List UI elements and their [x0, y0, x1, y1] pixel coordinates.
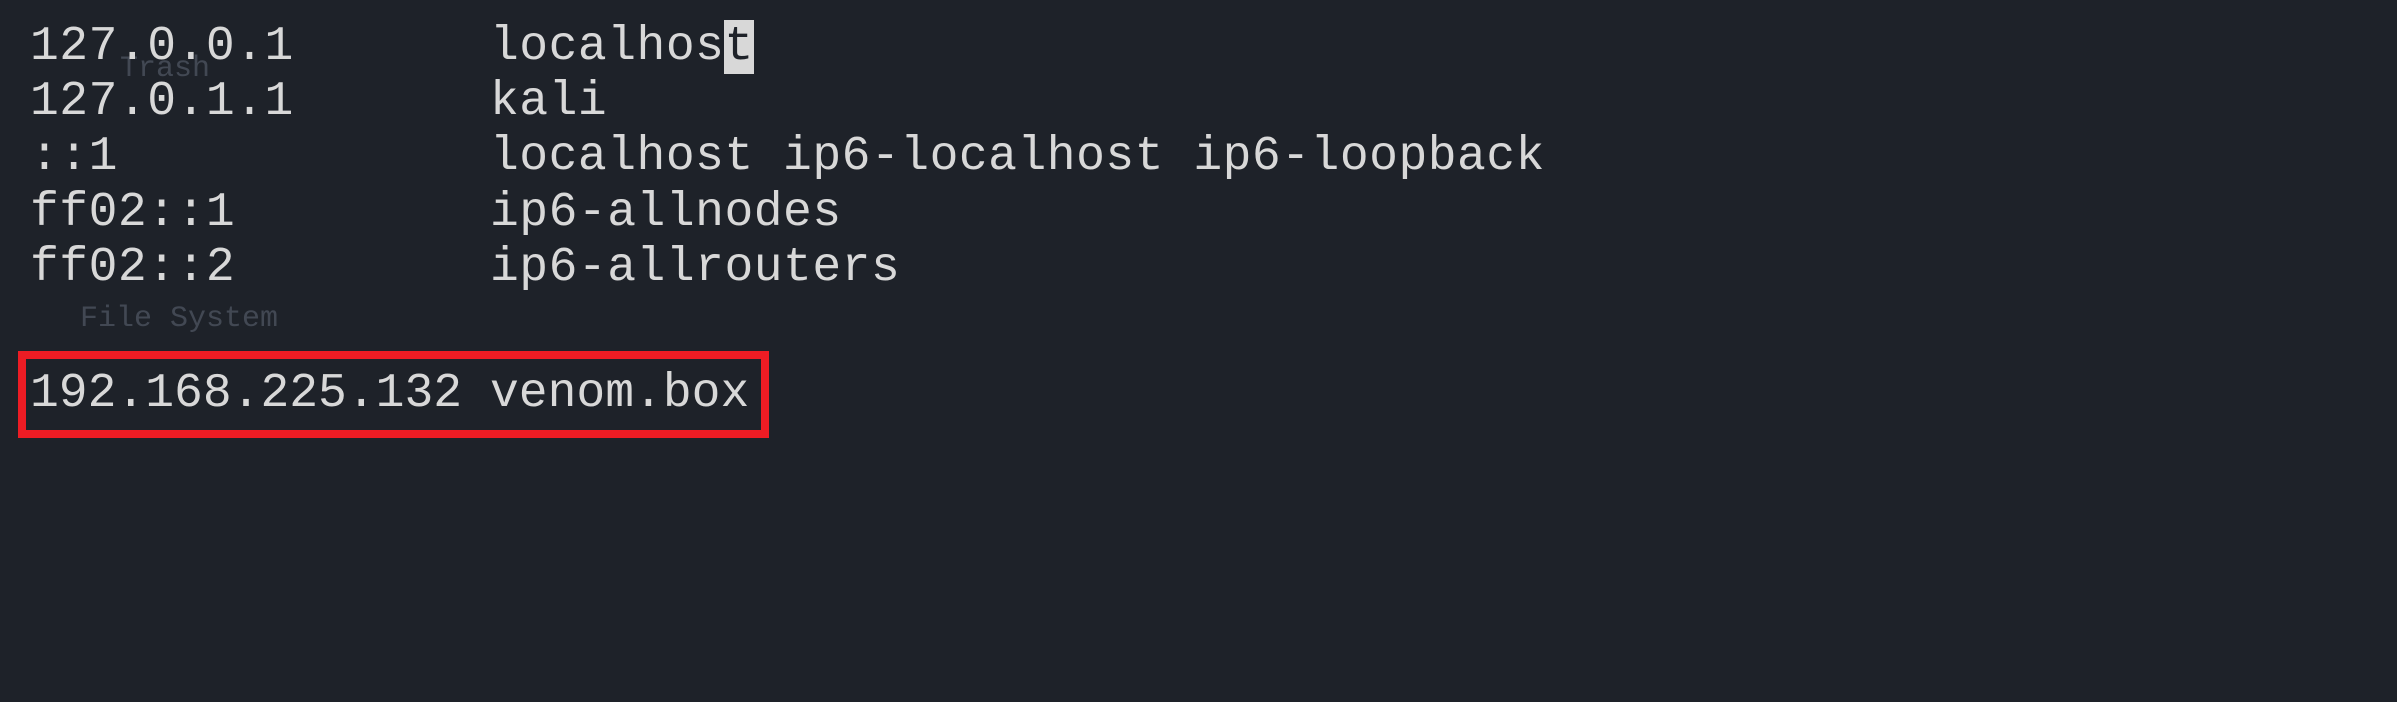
hosts-names: kali: [490, 75, 607, 129]
hosts-entry: ::1localhost ip6-localhost ip6-loopback: [30, 130, 2367, 185]
hosts-entry: 127.0.1.1kali: [30, 75, 2367, 130]
hosts-ip: ff02::1: [30, 186, 490, 241]
blank-line: [30, 296, 2367, 351]
hosts-ip: ff02::2: [30, 241, 490, 296]
hosts-entry: ff02::1ip6-allnodes: [30, 186, 2367, 241]
text-cursor: t: [724, 20, 753, 74]
hosts-names-partial: localhos: [490, 20, 724, 74]
hosts-entry: ff02::2ip6-allrouters: [30, 241, 2367, 296]
terminal-output: 127.0.0.1localhost 127.0.1.1kali ::1loca…: [30, 20, 2367, 438]
hosts-ip: ::1: [30, 130, 490, 185]
hosts-names: localhost ip6-localhost ip6-loopback: [490, 130, 1545, 184]
hosts-highlighted-entry: 192.168.225.132venom.box: [18, 351, 769, 438]
hosts-ip: 127.0.1.1: [30, 75, 490, 130]
hosts-names: ip6-allnodes: [490, 186, 842, 240]
hosts-names: venom.box: [490, 367, 749, 421]
hosts-ip: 192.168.225.132: [30, 367, 490, 422]
hosts-ip: 127.0.0.1: [30, 20, 490, 75]
hosts-entry: 127.0.0.1localhost: [30, 20, 2367, 75]
hosts-names: ip6-allrouters: [490, 241, 900, 295]
